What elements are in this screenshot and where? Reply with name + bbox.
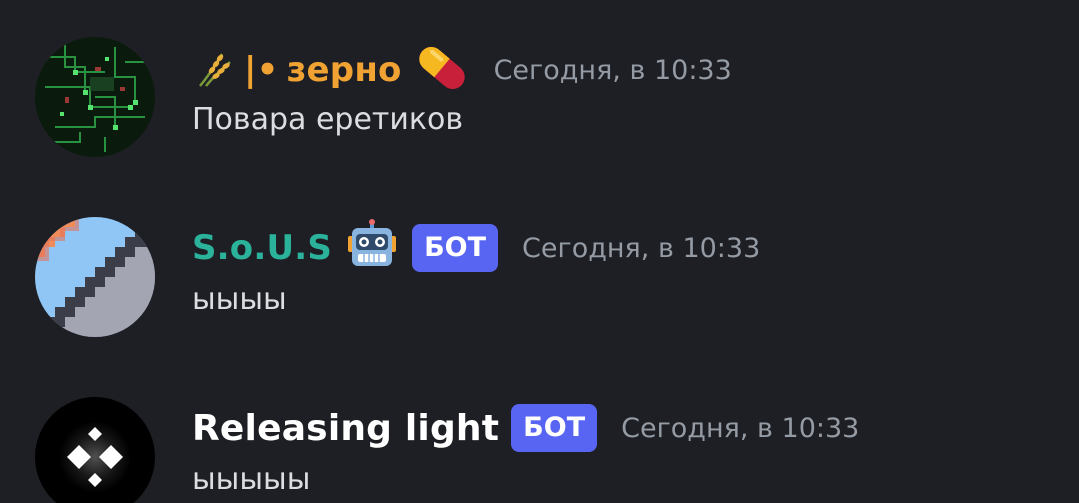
username[interactable]: S.o.U.S (192, 228, 332, 268)
chat-message-list: |• зерно Сегодня, в 10:33 Повара еретико… (0, 0, 1079, 503)
username-prefix[interactable]: |• (244, 50, 279, 90)
bot-badge: БОТ (412, 224, 499, 272)
message-content: ыыыыы (192, 462, 311, 497)
rice-sheaf-icon (192, 46, 236, 94)
username[interactable]: зерно (287, 50, 402, 90)
message-header: |• зерно Сегодня, в 10:33 (192, 40, 732, 100)
message-header: S.o.U.S БОТ Сегодня, в 10:33 (192, 218, 760, 278)
bot-badge: БОТ (511, 404, 598, 452)
avatar[interactable] (35, 397, 155, 503)
avatar[interactable] (35, 37, 155, 157)
timestamp[interactable]: Сегодня, в 10:33 (621, 413, 859, 444)
pill-icon (412, 38, 472, 102)
robot-icon (344, 218, 400, 278)
green-circuit-avatar-image (35, 37, 155, 157)
message-header: Releasing light БОТ Сегодня, в 10:33 (192, 398, 859, 458)
timestamp[interactable]: Сегодня, в 10:33 (494, 55, 732, 86)
pixel-stairs-avatar-image (35, 217, 155, 337)
timestamp[interactable]: Сегодня, в 10:33 (522, 233, 760, 264)
glowing-diamonds-avatar-image (35, 397, 155, 503)
message-content: ыыыы (192, 282, 287, 317)
avatar[interactable] (35, 217, 155, 337)
message-content: Повара еретиков (192, 102, 464, 137)
username[interactable]: Releasing light (192, 408, 499, 449)
